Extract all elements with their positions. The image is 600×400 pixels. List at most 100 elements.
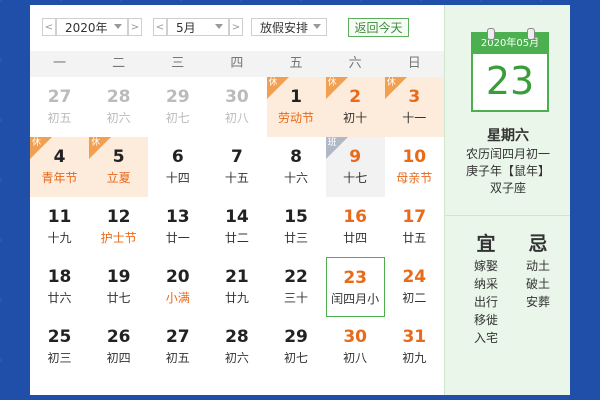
lunar-day-label: 三十 xyxy=(284,291,309,305)
prev-month-button[interactable]: < xyxy=(153,18,167,36)
calendar-day-cell[interactable]: 29 初七 xyxy=(148,77,207,137)
day-number: 29 xyxy=(284,327,308,347)
calendar-widget: < 2020年 > < 5月 > 放假安排 返回今天 一二三四五六日 27 初五 2… xyxy=(30,5,570,395)
day-number: 20 xyxy=(165,267,190,287)
calendar-day-cell[interactable]: 休 2 初十 xyxy=(325,77,385,137)
calendar-day-cell[interactable]: 23 闰四月小 xyxy=(325,257,385,317)
calendar-day-cell[interactable]: 25 初三 xyxy=(30,317,89,377)
day-number: 2 xyxy=(349,87,362,107)
weekday-label: 二 xyxy=(112,56,126,71)
calendar-day-cell[interactable]: 11 十九 xyxy=(30,197,89,257)
day-number: 18 xyxy=(47,267,72,287)
rest-day-badge: 休 xyxy=(30,137,52,159)
day-number: 29 xyxy=(165,87,190,107)
badge-label: 休 xyxy=(32,138,42,148)
prev-year-button[interactable]: < xyxy=(42,18,56,36)
next-month-button[interactable]: > xyxy=(229,18,243,36)
day-number: 21 xyxy=(225,267,249,287)
lunar-day-label: 廿七 xyxy=(106,291,131,305)
suitable-activity-item: 入宅 xyxy=(473,331,498,345)
day-number: 23 xyxy=(343,268,368,288)
calendar-day-cell[interactable]: 24 初二 xyxy=(385,257,444,317)
badge-label: 休 xyxy=(327,78,337,88)
calendar-day-cell[interactable]: 休 5 立夏 xyxy=(89,137,149,197)
detail-weekday: 星期六 xyxy=(487,128,529,144)
calendar-day-cell[interactable]: 休 1 劳动节 xyxy=(266,77,326,137)
lunar-day-label: 十九 xyxy=(47,231,72,245)
calendar-day-cell[interactable]: 18 廿六 xyxy=(30,257,89,317)
chevron-down-icon xyxy=(313,24,321,29)
calendar-day-cell[interactable]: 10 母亲节 xyxy=(385,137,444,197)
suitable-activity-item: 移徙 xyxy=(473,313,498,327)
avoid-activity-item: 破土 xyxy=(525,277,550,291)
badge-label: 班 xyxy=(327,138,337,148)
calendar-day-cell[interactable]: 27 初五 xyxy=(148,317,207,377)
calendar-day-cell[interactable]: 26 初四 xyxy=(89,317,148,377)
calendar-day-cell[interactable]: 28 初六 xyxy=(89,77,148,137)
calendar-day-cell[interactable]: 21 廿九 xyxy=(207,257,266,317)
calendar-week-row: 11 十九 12 护士节 13 廿一 14 廿二 15 廿三 16 廿四 17 廿五 xyxy=(30,197,444,257)
calendar-day-cell[interactable]: 30 初八 xyxy=(326,317,385,377)
lunar-day-label: 廿九 xyxy=(224,291,249,305)
month-select[interactable]: 5月 xyxy=(167,18,229,36)
back-to-today-button[interactable]: 返回今天 xyxy=(348,18,409,37)
calendar-day-cell[interactable]: 30 初八 xyxy=(207,77,266,137)
calendar-day-cell[interactable]: 31 初九 xyxy=(385,317,444,377)
calendar-day-cell[interactable]: 16 廿四 xyxy=(326,197,385,257)
calendar-day-cell[interactable]: 6 十四 xyxy=(148,137,207,197)
binder-ring-icon xyxy=(527,28,535,40)
calendar-day-cell[interactable]: 8 十六 xyxy=(267,137,326,197)
day-number: 25 xyxy=(47,327,72,347)
calendar-day-cell[interactable]: 22 三十 xyxy=(267,257,326,317)
day-number: 27 xyxy=(165,327,190,347)
avoid-activity-item: 安葬 xyxy=(525,295,550,309)
calendar-day-cell[interactable]: 27 初五 xyxy=(30,77,89,137)
lunar-day-label: 初六 xyxy=(224,351,249,365)
badge-label: 休 xyxy=(386,78,396,88)
lunar-day-label: 初二 xyxy=(402,291,427,305)
calendar-day-cell[interactable]: 15 廿三 xyxy=(267,197,326,257)
calendar-day-cell[interactable]: 休 4 青年节 xyxy=(30,137,90,197)
calendar-week-row: 18 廿六 19 廿七 20 小满 21 廿九 22 三十 23 闰四月小 24 初二 xyxy=(30,257,444,317)
calendar-day-cell[interactable]: 17 廿五 xyxy=(385,197,444,257)
lunar-day-label: 十六 xyxy=(284,171,309,185)
calendar-day-cell[interactable]: 20 小满 xyxy=(148,257,207,317)
calendar-day-cell[interactable]: 28 初六 xyxy=(207,317,266,377)
panel-divider xyxy=(445,215,570,216)
calendar-day-cell[interactable]: 29 初七 xyxy=(267,317,326,377)
avoid-activity-item: 动土 xyxy=(525,259,550,273)
date-card: 2020年05月 23 xyxy=(471,28,549,112)
day-number: 24 xyxy=(402,267,427,287)
next-year-button[interactable]: > xyxy=(128,18,142,36)
day-number: 27 xyxy=(47,87,72,107)
day-number: 4 xyxy=(53,147,66,167)
lunar-day-label: 廿四 xyxy=(343,231,368,245)
date-card-day: 23 xyxy=(485,59,535,103)
calendar-day-cell[interactable]: 休 3 十一 xyxy=(384,77,444,137)
month-select-value: 5月 xyxy=(176,20,196,35)
calendar-day-cell[interactable]: 班 9 十七 xyxy=(325,137,385,197)
weekday-header: 一二三四五六日 xyxy=(30,51,444,77)
calendar-week-row: 25 初三 26 初四 27 初五 28 初六 29 初七 30 初八 31 初九 xyxy=(30,317,444,377)
calendar-day-cell[interactable]: 13 廿一 xyxy=(148,197,207,257)
lunar-day-label: 护士节 xyxy=(100,231,137,245)
lunar-day-label: 小满 xyxy=(165,291,190,305)
day-number: 28 xyxy=(225,327,249,347)
holiday-select[interactable]: 放假安排 xyxy=(251,18,327,36)
day-number: 30 xyxy=(343,327,368,347)
lunar-day-label: 十四 xyxy=(165,171,190,185)
calendar-day-cell[interactable]: 14 廿二 xyxy=(207,197,266,257)
weekday-label: 六 xyxy=(348,56,362,71)
day-number: 1 xyxy=(290,87,302,107)
year-select-value: 2020年 xyxy=(65,20,108,35)
lunar-day-label: 初八 xyxy=(224,111,249,125)
day-number: 9 xyxy=(349,147,362,167)
detail-zodiac: 双子座 xyxy=(489,181,526,195)
calendar-day-cell[interactable]: 7 十五 xyxy=(207,137,266,197)
weekday-label: 五 xyxy=(289,56,303,71)
calendar-day-cell[interactable]: 19 廿七 xyxy=(89,257,148,317)
weekday-label: 四 xyxy=(230,56,244,71)
suitable-activity-item: 嫁娶 xyxy=(473,259,498,273)
calendar-day-cell[interactable]: 12 护士节 xyxy=(89,197,148,257)
year-select[interactable]: 2020年 xyxy=(56,18,128,36)
